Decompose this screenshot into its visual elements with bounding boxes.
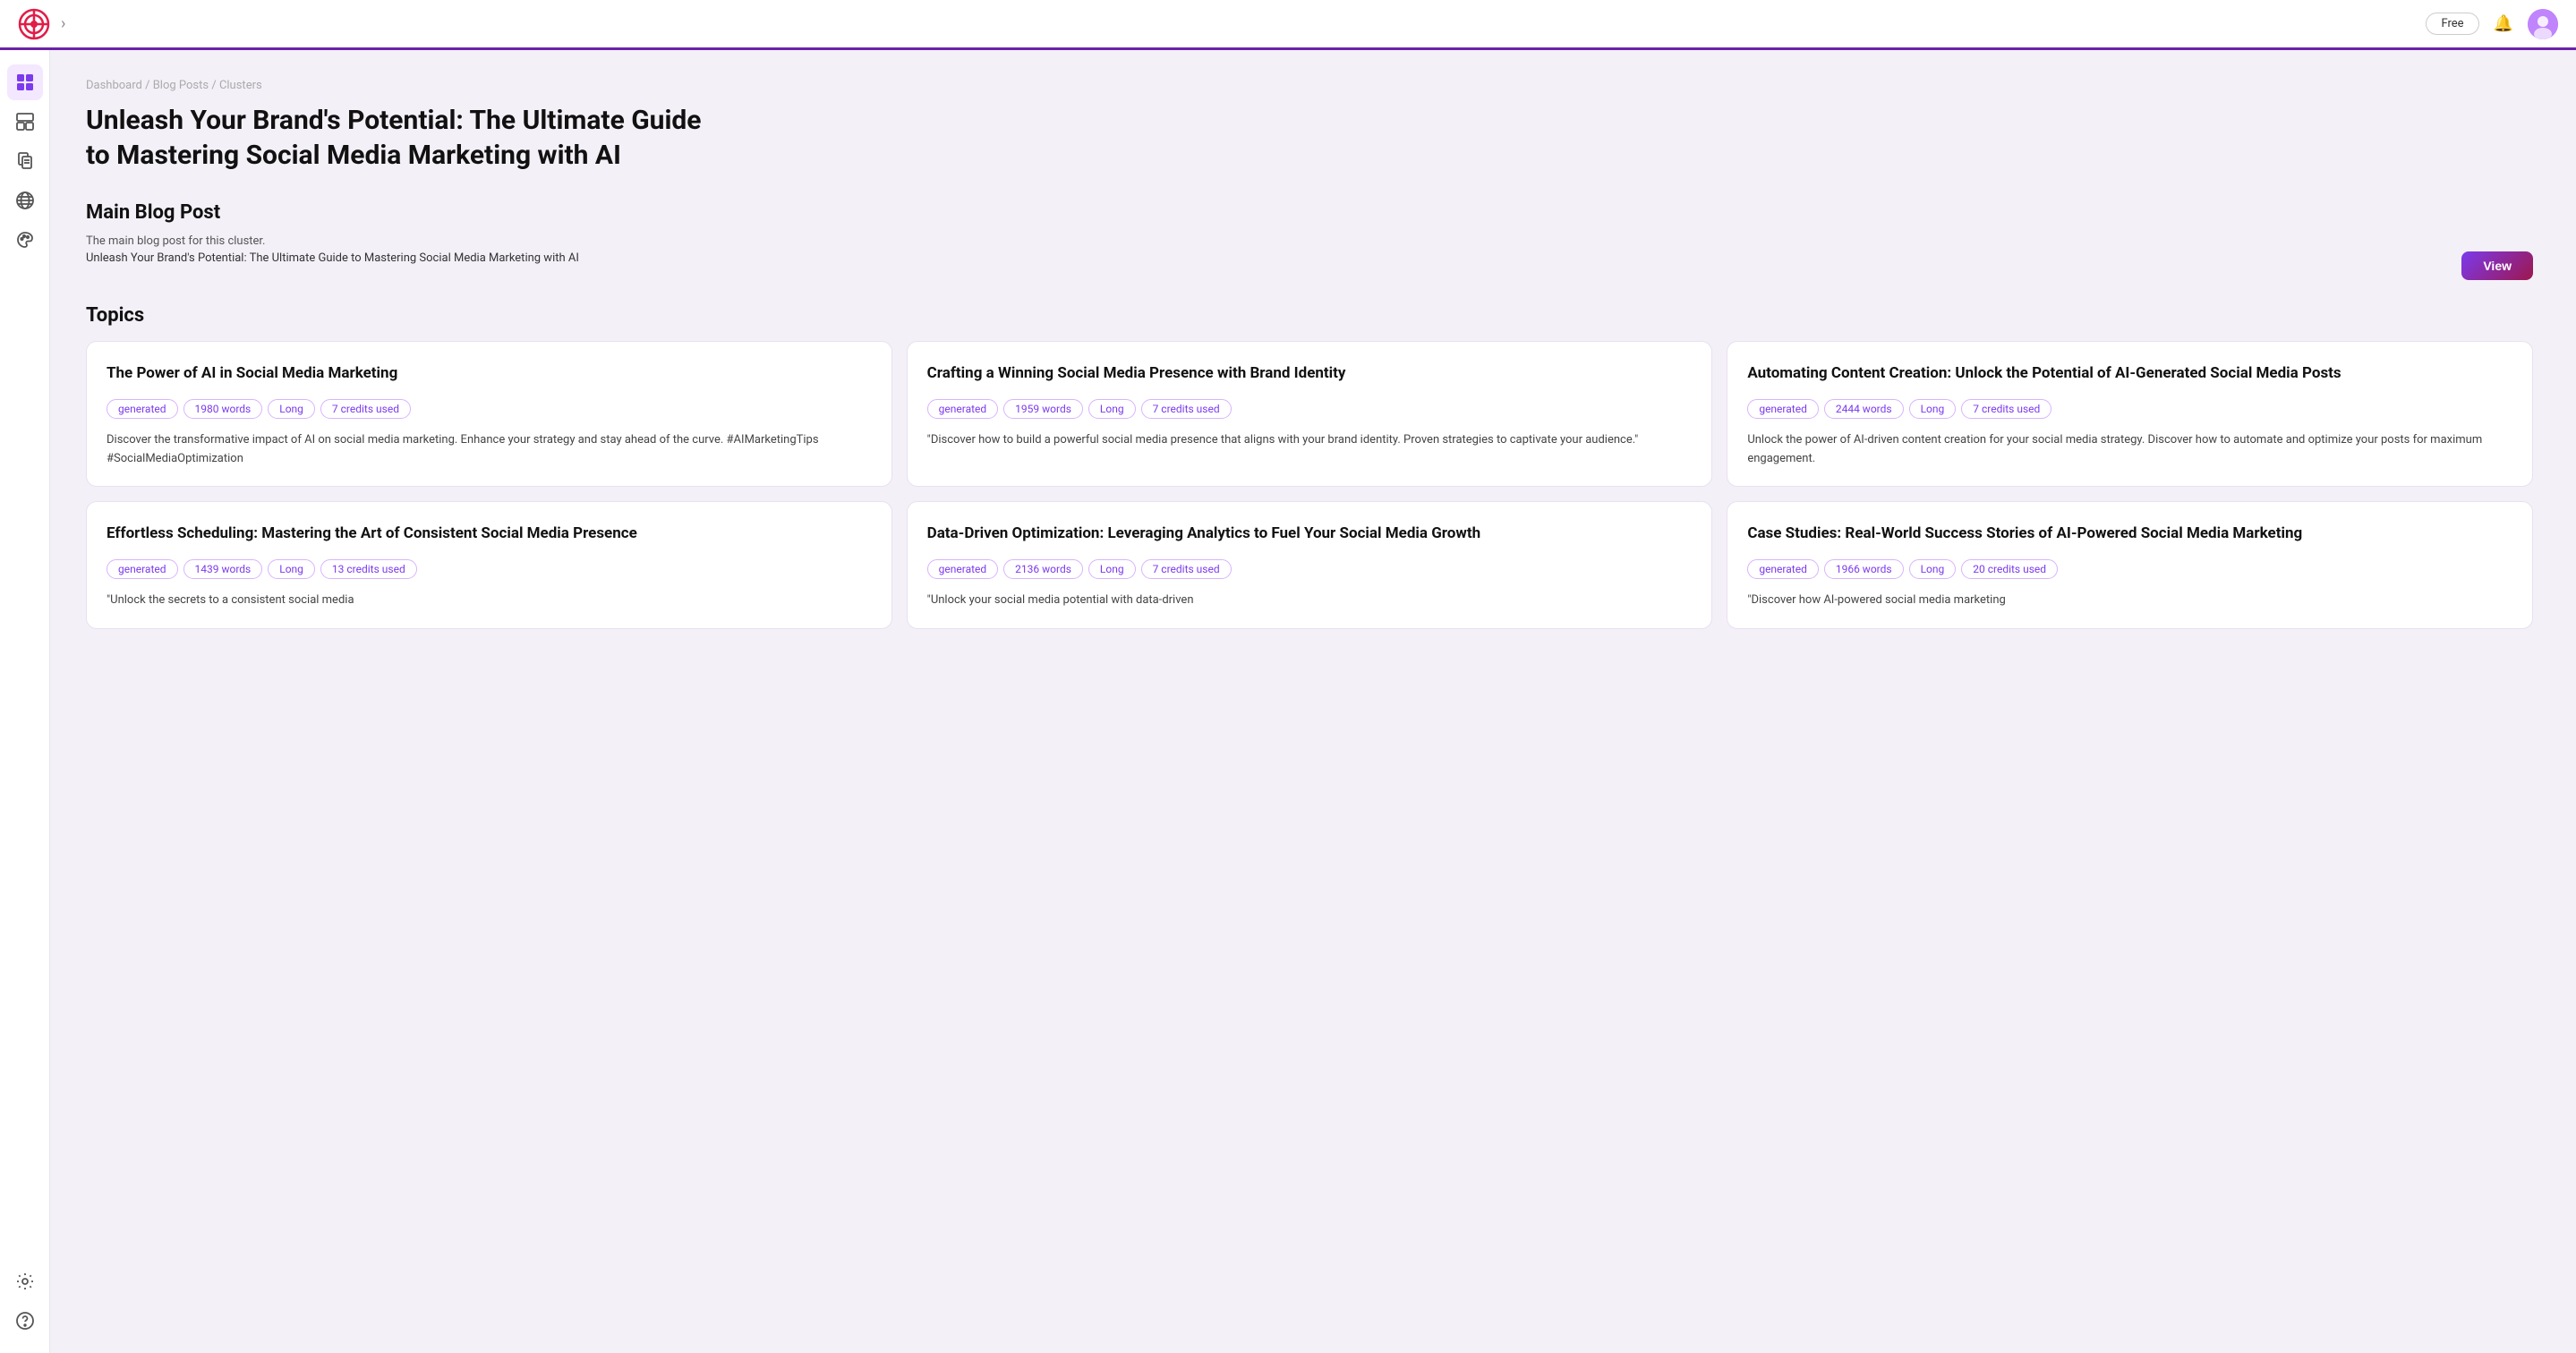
card-5-tag-words: 2136 words	[1003, 559, 1083, 579]
sidebar-item-globe[interactable]	[7, 183, 43, 218]
topbar: › Free 🔔	[0, 0, 2576, 50]
sidebar	[0, 50, 50, 1353]
notification-bell-icon[interactable]: 🔔	[2494, 14, 2513, 33]
card-1-tag-length: Long	[268, 399, 315, 419]
card-2-description: "Discover how to build a powerful social…	[927, 431, 1693, 450]
card-6-tag-generated: generated	[1747, 559, 1819, 579]
page-title: Unleash Your Brand's Potential: The Ulti…	[86, 103, 712, 173]
card-3-tag-credits: 7 credits used	[1961, 399, 2051, 419]
sidebar-item-dashboard[interactable]	[7, 64, 43, 100]
card-3-tags: generated 2444 words Long 7 credits used	[1747, 399, 2512, 419]
card-3-title: Automating Content Creation: Unlock the …	[1747, 363, 2512, 385]
card-1-title: The Power of AI in Social Media Marketin…	[107, 363, 872, 385]
card-5-title: Data-Driven Optimization: Leveraging Ana…	[927, 523, 1693, 545]
card-5-tags: generated 2136 words Long 7 credits used	[927, 559, 1693, 579]
card-3-tag-generated: generated	[1747, 399, 1819, 419]
view-button[interactable]: View	[2461, 251, 2533, 280]
card-5-tag-credits: 7 credits used	[1141, 559, 1232, 579]
avatar[interactable]	[2528, 9, 2558, 39]
main-blog-post-subtitle: The main blog post for this cluster.	[86, 234, 2533, 248]
topic-card-2: Crafting a Winning Social Media Presence…	[907, 341, 1713, 487]
sidebar-item-layouts[interactable]	[7, 104, 43, 140]
main-blog-post-title: Main Blog Post	[86, 201, 220, 224]
card-6-tag-credits: 20 credits used	[1961, 559, 2058, 579]
sidebar-item-help[interactable]	[7, 1303, 43, 1339]
logo[interactable]	[18, 8, 50, 40]
breadcrumb-sep-2: /	[211, 79, 219, 92]
main-blog-post-header-text: Main Blog Post	[86, 201, 220, 231]
topic-card-4: Effortless Scheduling: Mastering the Art…	[86, 501, 892, 629]
card-5-tag-length: Long	[1088, 559, 1136, 579]
topbar-left: ›	[18, 8, 65, 40]
main-blog-post-section: Main Blog Post	[86, 201, 2533, 231]
main-content: Dashboard / Blog Posts / Clusters Unleas…	[50, 50, 2576, 1353]
card-3-tag-words: 2444 words	[1824, 399, 1904, 419]
topic-card-6: Case Studies: Real-World Success Stories…	[1727, 501, 2533, 629]
main-layout: Dashboard / Blog Posts / Clusters Unleas…	[0, 50, 2576, 1353]
card-4-title: Effortless Scheduling: Mastering the Art…	[107, 523, 872, 545]
topic-card-1: The Power of AI in Social Media Marketin…	[86, 341, 892, 487]
breadcrumb: Dashboard / Blog Posts / Clusters	[86, 79, 2533, 92]
card-1-tag-words: 1980 words	[183, 399, 263, 419]
card-1-tag-generated: generated	[107, 399, 178, 419]
sidebar-item-palette[interactable]	[7, 222, 43, 258]
card-6-title: Case Studies: Real-World Success Stories…	[1747, 523, 2512, 545]
topics-cards-grid: The Power of AI in Social Media Marketin…	[86, 341, 2533, 629]
card-2-tags: generated 1959 words Long 7 credits used	[927, 399, 1693, 419]
card-4-tag-generated: generated	[107, 559, 178, 579]
expand-chevron[interactable]: ›	[61, 14, 65, 33]
card-2-tag-credits: 7 credits used	[1141, 399, 1232, 419]
topics-heading: Topics	[86, 304, 2533, 327]
card-6-description: "Discover how AI-powered social media ma…	[1747, 591, 2512, 610]
topic-card-5: Data-Driven Optimization: Leveraging Ana…	[907, 501, 1713, 629]
card-4-tag-words: 1439 words	[183, 559, 263, 579]
card-3-tag-length: Long	[1909, 399, 1957, 419]
card-2-title: Crafting a Winning Social Media Presence…	[927, 363, 1693, 385]
card-4-tag-credits: 13 credits used	[320, 559, 417, 579]
card-6-tags: generated 1966 words Long 20 credits use…	[1747, 559, 2512, 579]
card-4-description: "Unlock the secrets to a consistent soci…	[107, 591, 872, 610]
card-2-tag-length: Long	[1088, 399, 1136, 419]
card-5-tag-generated: generated	[927, 559, 999, 579]
breadcrumb-part-2[interactable]: Blog Posts	[153, 79, 209, 92]
sidebar-bottom	[7, 1264, 43, 1339]
card-1-tags: generated 1980 words Long 7 credits used	[107, 399, 872, 419]
topbar-right: Free 🔔	[2426, 9, 2558, 39]
card-6-tag-words: 1966 words	[1824, 559, 1904, 579]
card-4-tag-length: Long	[268, 559, 315, 579]
card-1-description: Discover the transformative impact of AI…	[107, 431, 872, 469]
sidebar-item-settings[interactable]	[7, 1264, 43, 1299]
breadcrumb-part-3[interactable]: Clusters	[219, 79, 262, 92]
sidebar-item-documents[interactable]	[7, 143, 43, 179]
card-6-tag-length: Long	[1909, 559, 1957, 579]
free-badge[interactable]: Free	[2426, 13, 2478, 35]
sidebar-top	[7, 64, 43, 258]
card-3-description: Unlock the power of AI-driven content cr…	[1747, 431, 2512, 469]
card-1-tag-credits: 7 credits used	[320, 399, 411, 419]
breadcrumb-sep-1: /	[145, 79, 153, 92]
card-5-description: "Unlock your social media potential with…	[927, 591, 1693, 610]
card-2-tag-generated: generated	[927, 399, 999, 419]
card-2-tag-words: 1959 words	[1003, 399, 1083, 419]
card-4-tags: generated 1439 words Long 13 credits use…	[107, 559, 872, 579]
main-blog-post-link[interactable]: Unleash Your Brand's Potential: The Ulti…	[86, 251, 579, 265]
topic-card-3: Automating Content Creation: Unlock the …	[1727, 341, 2533, 487]
breadcrumb-part-1[interactable]: Dashboard	[86, 79, 142, 92]
